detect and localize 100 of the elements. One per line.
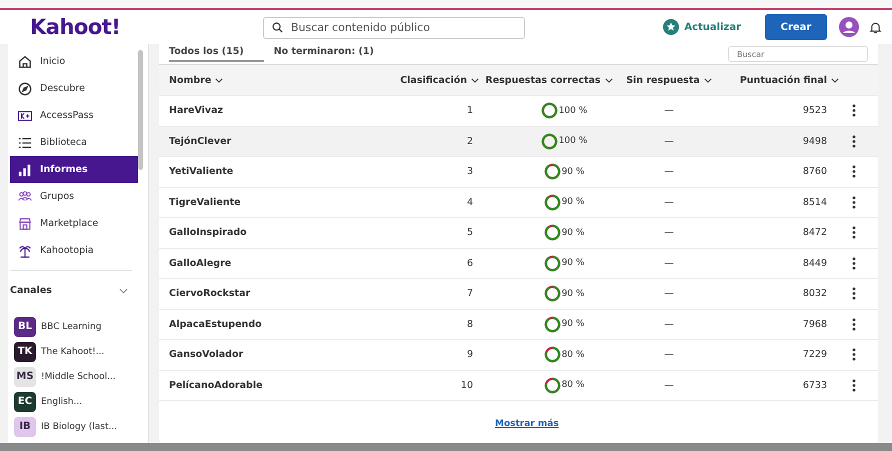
more-icon[interactable] bbox=[852, 134, 856, 148]
upgrade-button[interactable]: Actualizar bbox=[663, 19, 741, 35]
chevron-icon[interactable] bbox=[119, 288, 128, 294]
tab[interactable]: No terminaron: (1) bbox=[274, 46, 394, 62]
more-icon[interactable] bbox=[852, 378, 856, 392]
table-cell: 80 % bbox=[562, 350, 584, 360]
column-header[interactable]: Nombre bbox=[169, 74, 359, 86]
channel-name: !Middle School... bbox=[41, 372, 116, 382]
channel-item[interactable]: TK The Kahoot!... bbox=[10, 339, 138, 364]
table-cell-text: TejónClever bbox=[169, 136, 232, 147]
more-icon[interactable] bbox=[852, 256, 856, 270]
table-cell-text: GansoVolador bbox=[169, 349, 244, 360]
logo[interactable]: Kahoot! bbox=[30, 15, 263, 39]
progress-ring bbox=[544, 194, 561, 211]
bell-icon[interactable] bbox=[869, 20, 882, 34]
progress-ring bbox=[544, 285, 561, 302]
nav-item[interactable]: AccessPass bbox=[10, 102, 138, 129]
table-cell-text: TigreValiente bbox=[169, 196, 242, 208]
table-row[interactable]: GansoVolador 9 80 % — 7229 bbox=[159, 340, 878, 370]
table-cell: — bbox=[664, 196, 674, 208]
table-cell-text: 8514 bbox=[802, 196, 828, 208]
bar-chart-icon bbox=[18, 162, 32, 176]
table-cell: 90 % bbox=[562, 258, 584, 268]
channel-item[interactable]: IB IB Biology (last... bbox=[10, 414, 138, 439]
table-row[interactable]: AlpacaEstupendo 8 90 % — 7968 bbox=[159, 310, 878, 340]
more-icon[interactable] bbox=[852, 348, 856, 362]
table-row[interactable]: CiervoRockstar 7 90 % — 8032 bbox=[159, 279, 878, 310]
nav-item[interactable]: Inicio bbox=[10, 48, 138, 75]
table-cell: — bbox=[664, 349, 674, 360]
progress-ring bbox=[544, 376, 561, 394]
more-icon[interactable] bbox=[852, 318, 856, 331]
channel-item[interactable]: MS !Middle School... bbox=[10, 364, 138, 389]
more-icon[interactable] bbox=[852, 196, 856, 209]
chevron-icon bbox=[704, 78, 712, 82]
table-cell-text: 8449 bbox=[802, 258, 828, 269]
table-cell: — bbox=[664, 227, 674, 238]
table-cell-text: 8472 bbox=[802, 227, 828, 238]
table-cell-text: 6733 bbox=[802, 380, 828, 391]
nav-item[interactable]: Grupos bbox=[10, 183, 138, 210]
nav-item[interactable]: Descubre bbox=[10, 75, 138, 102]
list-icon bbox=[18, 136, 32, 150]
table-cell: 90 % bbox=[562, 319, 584, 330]
table-cell-text: YetiValiente bbox=[169, 166, 234, 178]
table-cell-text: 9 bbox=[466, 349, 474, 360]
table-cell-text: 6 bbox=[466, 258, 474, 269]
more-icon[interactable] bbox=[852, 287, 856, 300]
table-cell-text: 8 bbox=[466, 318, 474, 330]
table-row[interactable]: TigreValiente 4 90 % — 8514 bbox=[159, 188, 878, 218]
table-row[interactable]: YetiValiente 3 90 % — 8760 bbox=[159, 157, 878, 188]
store-icon bbox=[18, 216, 32, 230]
compass-icon bbox=[18, 82, 32, 96]
table-row[interactable]: TejónClever 2 100 % — 9498 bbox=[159, 126, 878, 157]
table-cell-text: AlpacaEstupendo bbox=[169, 318, 263, 330]
show-more-link[interactable]: Mostrar más bbox=[495, 419, 559, 429]
more-icon[interactable] bbox=[852, 165, 856, 178]
filter-field[interactable]: Buscar bbox=[728, 46, 868, 62]
table-cell-text: 9523 bbox=[802, 105, 828, 116]
progress-ring bbox=[544, 163, 561, 180]
channel-avatar: IB bbox=[14, 416, 36, 436]
scrollbar[interactable] bbox=[138, 50, 143, 170]
table-cell-text: 4 bbox=[466, 196, 474, 208]
table-cell-text: 3 bbox=[466, 166, 474, 178]
create-button[interactable]: Crear bbox=[765, 14, 827, 40]
table-cell-text: 5 bbox=[466, 227, 474, 238]
chevron-icon bbox=[604, 78, 613, 82]
column-header[interactable]: Puntuación final bbox=[719, 74, 839, 86]
more-icon[interactable] bbox=[852, 226, 856, 240]
table-cell: — bbox=[664, 288, 674, 300]
column-header[interactable]: Clasificación bbox=[359, 74, 479, 86]
nav-item[interactable]: Biblioteca bbox=[10, 129, 138, 156]
table-cell-text: 2 bbox=[466, 136, 474, 147]
column-header[interactable]: Respuestas correctas bbox=[479, 74, 619, 86]
table-cell-text: 10 bbox=[460, 380, 474, 391]
table-cell: — bbox=[664, 318, 674, 330]
table-cell: 100 % bbox=[558, 136, 588, 146]
column-header[interactable]: Sin respuesta bbox=[619, 74, 719, 86]
table-row[interactable]: GalloAlegre 6 90 % — 8449 bbox=[159, 248, 878, 279]
progress-ring bbox=[544, 346, 561, 364]
table-cell-text: 1 bbox=[466, 105, 474, 116]
nav-item[interactable]: Marketplace bbox=[10, 210, 138, 237]
table-cell: — bbox=[664, 166, 674, 178]
table-cell: 90 % bbox=[562, 288, 584, 299]
table-cell-text: 7 bbox=[466, 288, 474, 300]
more-icon[interactable] bbox=[852, 104, 856, 118]
search-field[interactable]: Buscar contenido público bbox=[263, 16, 525, 38]
channel-item[interactable]: BL BBC Learning bbox=[10, 314, 138, 339]
table-row[interactable]: GalloInspirado 5 90 % — 8472 bbox=[159, 218, 878, 248]
table-cell-text: HareVivaz bbox=[169, 105, 224, 116]
channel-item[interactable]: EC English... bbox=[10, 389, 138, 414]
table-row[interactable]: PelícanoAdorable 10 80 % — 6733 bbox=[159, 370, 878, 401]
home-icon bbox=[18, 54, 32, 68]
avatar-icon[interactable] bbox=[839, 17, 859, 37]
tab[interactable]: Todos los (15) bbox=[169, 46, 264, 62]
progress-ring bbox=[544, 316, 561, 333]
nav-item[interactable]: Informes bbox=[10, 156, 138, 183]
table-cell: 80 % bbox=[562, 380, 584, 390]
chevron-icon bbox=[215, 78, 224, 82]
channel-name: BBC Learning bbox=[41, 322, 102, 332]
nav-item[interactable]: Kahootopia bbox=[10, 237, 138, 264]
palm-tree-icon bbox=[18, 244, 32, 258]
